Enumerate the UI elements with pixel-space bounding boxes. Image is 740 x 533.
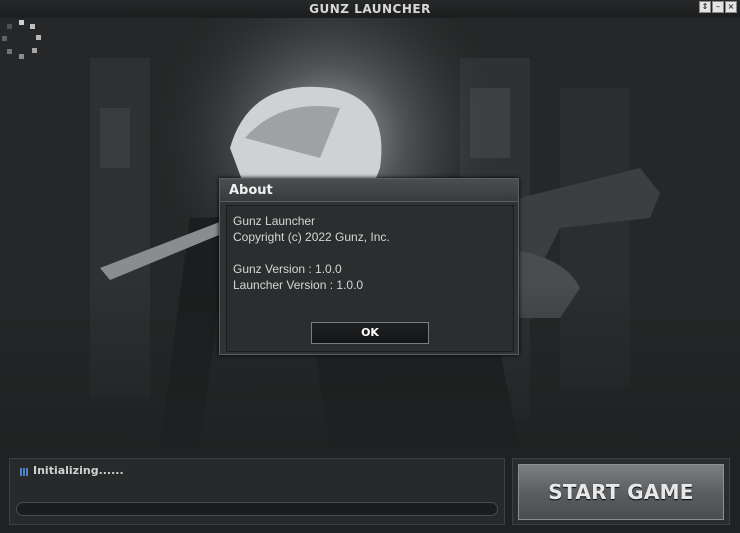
status-grid-icon (20, 468, 28, 476)
status-panel: Initializing...... (9, 458, 505, 525)
gunz-version-text: Gunz Version : 1.0.0 (233, 262, 342, 276)
window-controls: ⇕ – × (699, 1, 737, 13)
progress-bar (16, 502, 498, 516)
restore-button[interactable]: ⇕ (699, 1, 711, 13)
window-title: GUNZ LAUNCHER (309, 2, 431, 16)
launcher-window: GUNZ LAUNCHER ⇕ – × About Gunz Launcher … (0, 0, 740, 533)
ok-button[interactable]: OK (311, 322, 429, 344)
about-dialog-header[interactable]: About (220, 179, 518, 202)
about-dialog-title: About (229, 183, 273, 198)
copyright-text: Copyright (c) 2022 Gunz, Inc. (233, 230, 390, 244)
minimize-button[interactable]: – (712, 1, 724, 13)
loading-spinner-icon (2, 20, 41, 59)
about-dialog-body: Gunz Launcher Copyright (c) 2022 Gunz, I… (226, 205, 514, 352)
close-button[interactable]: × (725, 1, 737, 13)
start-game-panel: START GAME (512, 458, 730, 525)
app-name-text: Gunz Launcher (233, 214, 316, 228)
start-game-button[interactable]: START GAME (518, 464, 724, 520)
title-bar[interactable]: GUNZ LAUNCHER ⇕ – × (0, 0, 740, 18)
launcher-version-text: Launcher Version : 1.0.0 (233, 278, 364, 292)
about-dialog: About Gunz Launcher Copyright (c) 2022 G… (219, 178, 519, 355)
status-text: Initializing...... (33, 464, 124, 477)
